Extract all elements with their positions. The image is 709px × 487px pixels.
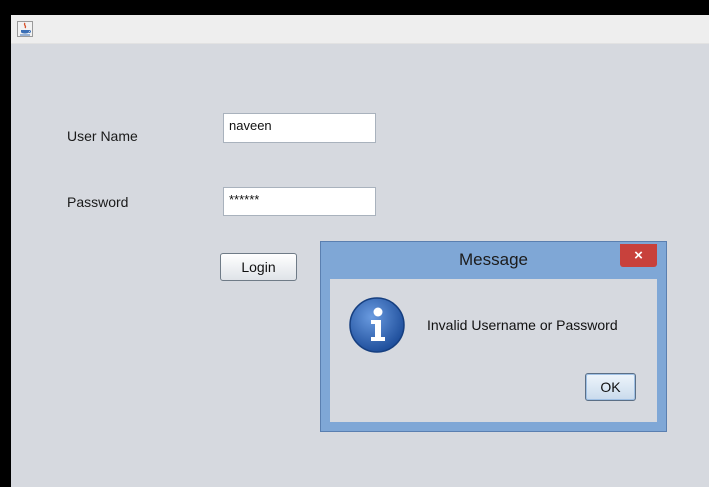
- info-icon: [349, 297, 405, 353]
- username-field[interactable]: naveen: [223, 113, 376, 143]
- window-titlebar[interactable]: [11, 15, 709, 44]
- java-coffee-cup-icon: [17, 21, 33, 37]
- message-dialog: Message × Invalid Username or Password O…: [320, 241, 667, 432]
- close-button[interactable]: ×: [620, 244, 657, 267]
- dialog-title[interactable]: Message: [321, 242, 666, 278]
- dialog-message: Invalid Username or Password: [427, 317, 618, 333]
- dialog-body: Invalid Username or Password OK: [330, 279, 657, 422]
- ok-button[interactable]: OK: [585, 373, 636, 401]
- username-label: User Name: [67, 128, 138, 144]
- login-button[interactable]: Login: [220, 253, 297, 281]
- password-field[interactable]: ******: [223, 187, 376, 216]
- close-icon: ×: [634, 247, 643, 264]
- password-label: Password: [67, 194, 129, 210]
